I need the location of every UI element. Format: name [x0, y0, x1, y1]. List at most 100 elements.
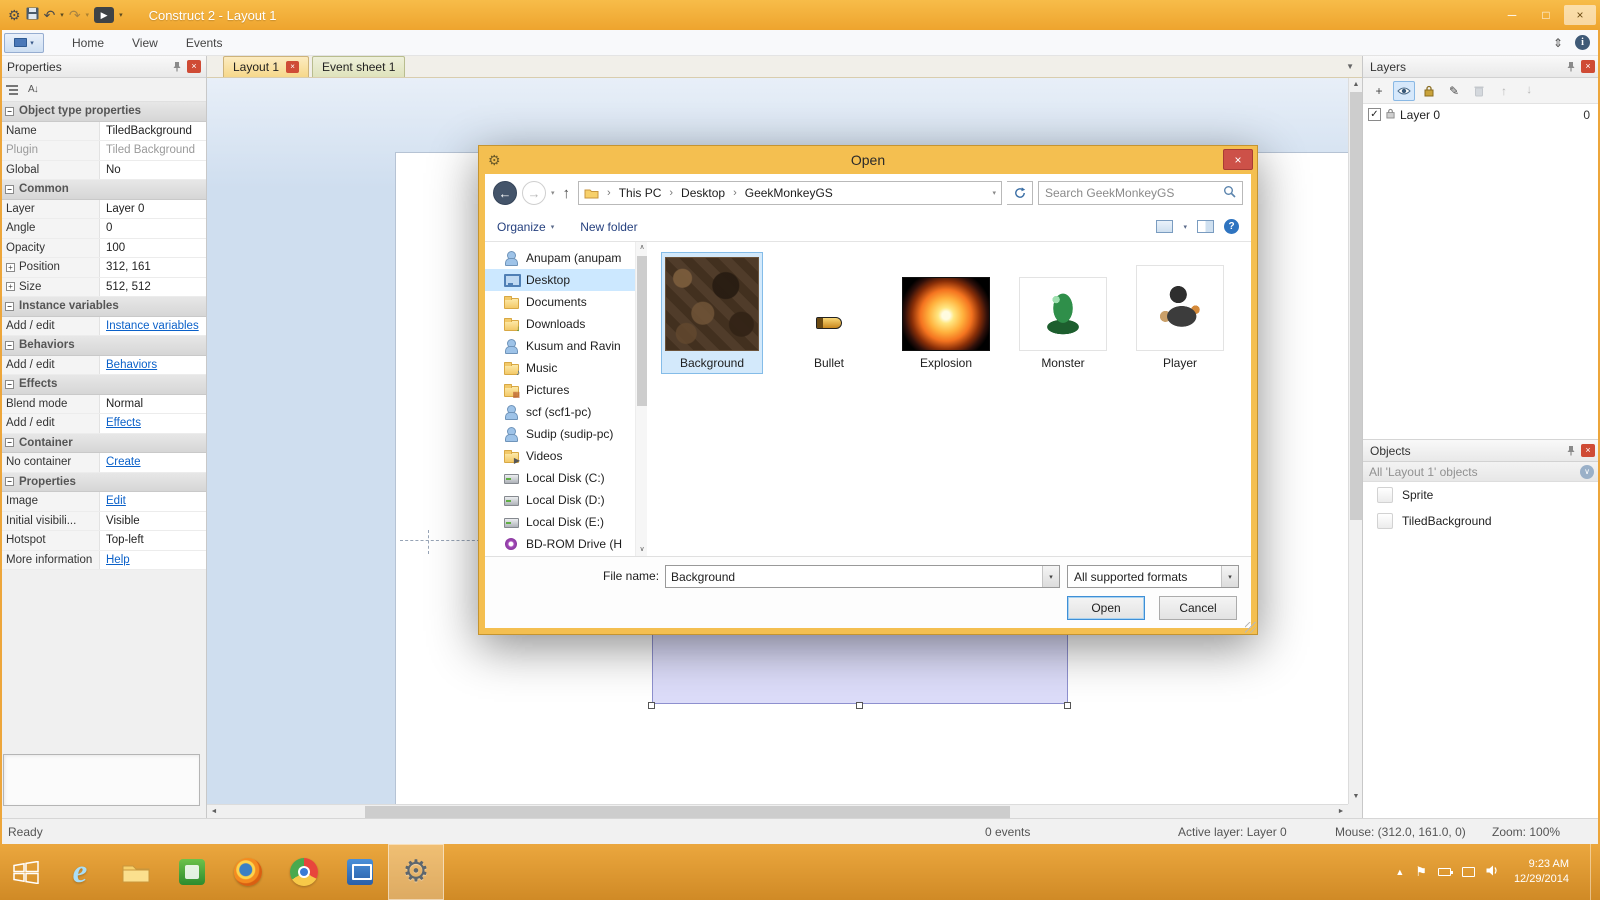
ribbon-menu-button[interactable]: ▾	[4, 33, 44, 53]
taskbar-icon-construct2[interactable]: ⚙	[388, 844, 444, 900]
close-button[interactable]: ×	[1564, 5, 1596, 25]
move-layer-up-icon[interactable]: ↑	[1493, 81, 1515, 101]
scroll-left-icon[interactable]: ◄	[207, 805, 221, 819]
nav-item-disk-d[interactable]: Local Disk (D:)	[485, 489, 635, 511]
taskbar-icon-file-explorer[interactable]	[108, 844, 164, 900]
about-icon[interactable]: i	[1575, 35, 1590, 50]
props-section[interactable]: −Properties	[0, 473, 206, 493]
close-panel-icon[interactable]: ×	[1581, 444, 1595, 457]
forward-button[interactable]: →	[522, 181, 546, 205]
property-row[interactable]: NameTiledBackground	[0, 122, 206, 142]
props-section[interactable]: −Effects	[0, 375, 206, 395]
close-panel-icon[interactable]: ×	[187, 60, 201, 73]
undo-dropdown-icon[interactable]: ▾	[60, 11, 64, 19]
nav-item-music[interactable]: ♪Music	[485, 357, 635, 379]
props-section[interactable]: −Behaviors	[0, 336, 206, 356]
dialog-close-button[interactable]: ×	[1223, 149, 1253, 170]
collapse-icon[interactable]: −	[5, 107, 14, 116]
file-name-combo[interactable]: ▾	[665, 565, 1060, 588]
layer-lock-icon[interactable]	[1386, 108, 1395, 122]
pin-icon[interactable]	[1566, 445, 1576, 456]
minimize-button[interactable]: ─	[1496, 5, 1528, 25]
property-row[interactable]: Add / editEffects	[0, 414, 206, 434]
address-dropdown-icon[interactable]: ▾	[992, 189, 996, 197]
nav-item-sudip[interactable]: Sudip (sudip-pc)	[485, 423, 635, 445]
scroll-up-icon[interactable]: ∧	[636, 242, 648, 254]
search-box[interactable]	[1038, 181, 1243, 205]
change-view-icon[interactable]	[1156, 220, 1173, 233]
property-row[interactable]: More informationHelp	[0, 551, 206, 571]
collapse-icon[interactable]: −	[5, 438, 14, 447]
start-button[interactable]	[0, 844, 52, 900]
move-layer-down-icon[interactable]: ↑	[1518, 81, 1540, 101]
breadcrumb-this-pc[interactable]: This PC	[619, 186, 662, 200]
property-row[interactable]: Opacity100	[0, 239, 206, 259]
up-one-level-button[interactable]: ↑	[563, 185, 571, 202]
property-row[interactable]: Initial visibili...Visible	[0, 512, 206, 532]
layer-visibility-checkbox[interactable]: ✓	[1368, 108, 1381, 121]
file-item-bullet[interactable]: Bullet	[778, 252, 880, 374]
lock-layer-icon[interactable]	[1418, 81, 1440, 101]
tab-close-icon[interactable]: ×	[286, 61, 299, 73]
scroll-down-icon[interactable]: ▼	[1349, 790, 1363, 804]
layer-row[interactable]: ✓ Layer 0 0	[1363, 104, 1600, 125]
delete-layer-icon[interactable]	[1468, 81, 1490, 101]
expand-icon[interactable]: +	[6, 263, 15, 272]
open-button[interactable]: Open	[1067, 596, 1145, 620]
nav-item-kusum[interactable]: Kusum and Ravin	[485, 335, 635, 357]
battery-icon[interactable]	[1438, 868, 1451, 876]
scrollbar-thumb[interactable]	[365, 806, 1010, 818]
rename-layer-icon[interactable]: ✎	[1443, 81, 1465, 101]
selection-handle[interactable]	[856, 702, 863, 709]
undo-icon[interactable]: ↶	[44, 8, 56, 22]
run-layout-button[interactable]: ▶	[94, 7, 114, 23]
add-layer-icon[interactable]: +	[1368, 81, 1390, 101]
file-item-monster[interactable]: Monster	[1012, 252, 1114, 374]
navigation-pane-scrollbar[interactable]: ∧ ∨	[635, 242, 647, 556]
tab-events[interactable]: Events	[186, 36, 223, 50]
collapse-icon[interactable]: −	[5, 380, 14, 389]
cancel-button[interactable]: Cancel	[1159, 596, 1237, 620]
breadcrumb-desktop[interactable]: Desktop	[681, 186, 725, 200]
property-row[interactable]: LayerLayer 0	[0, 200, 206, 220]
close-panel-icon[interactable]: ×	[1581, 60, 1595, 73]
property-row[interactable]: +Size512, 512	[0, 278, 206, 298]
scroll-down-icon[interactable]: ∨	[636, 544, 648, 556]
show-hidden-icons[interactable]: ▲	[1395, 867, 1404, 877]
object-item-tiledbackground[interactable]: TiledBackground	[1363, 508, 1600, 534]
maximize-button[interactable]: □	[1530, 5, 1562, 25]
property-row[interactable]: Angle0	[0, 219, 206, 239]
scrollbar-thumb[interactable]	[1350, 92, 1362, 520]
nav-item-documents[interactable]: Documents	[485, 291, 635, 313]
nav-item-downloads[interactable]: ↓Downloads	[485, 313, 635, 335]
nav-item-disk-e[interactable]: Local Disk (E:)	[485, 511, 635, 533]
canvas-horizontal-scrollbar[interactable]: ◄ ►	[207, 804, 1348, 818]
action-center-flag-icon[interactable]: ⚑	[1415, 864, 1427, 880]
taskbar-icon-firefox[interactable]	[220, 844, 276, 900]
save-icon[interactable]	[26, 7, 39, 23]
new-folder-button[interactable]: New folder	[580, 220, 637, 234]
file-item-player[interactable]: Player	[1129, 252, 1231, 374]
taskbar-icon-green-app[interactable]	[164, 844, 220, 900]
props-section[interactable]: −Object type properties	[0, 102, 206, 122]
collapse-icon[interactable]: −	[5, 477, 14, 486]
pin-icon[interactable]	[1566, 61, 1576, 72]
props-section[interactable]: −Common	[0, 180, 206, 200]
view-dropdown-icon[interactable]: ▾	[1183, 223, 1187, 231]
nav-item-bdrom[interactable]: BD-ROM Drive (H	[485, 533, 635, 555]
objects-filter-dropdown-icon[interactable]: ∨	[1580, 465, 1594, 479]
combo-dropdown-icon[interactable]: ▾	[1221, 566, 1238, 587]
crumb-chevron-icon[interactable]: ›	[730, 187, 740, 199]
taskbar-icon-internet-explorer[interactable]: e	[52, 844, 108, 900]
tab-home[interactable]: Home	[72, 36, 104, 50]
selection-handle[interactable]	[1064, 702, 1071, 709]
collapse-icon[interactable]: −	[5, 341, 14, 350]
canvas-vertical-scrollbar[interactable]: ▲ ▼	[1348, 78, 1362, 804]
organize-button[interactable]: Organize▾	[497, 220, 554, 234]
props-section[interactable]: −Container	[0, 434, 206, 454]
dialog-titlebar[interactable]: ⚙ Open ×	[479, 146, 1257, 174]
property-row[interactable]: No containerCreate	[0, 453, 206, 473]
search-icon[interactable]	[1223, 185, 1236, 201]
scroll-up-icon[interactable]: ▲	[1349, 78, 1363, 92]
selection-handle[interactable]	[648, 702, 655, 709]
